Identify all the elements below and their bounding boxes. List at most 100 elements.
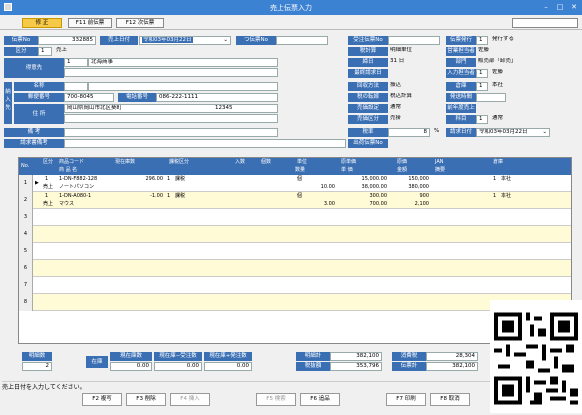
phone-label: 電話番号 — [118, 93, 156, 102]
last-invoice-label: 最終請求日 — [348, 69, 388, 78]
minimize-icon[interactable]: – — [540, 2, 552, 12]
col-stock: 現在庫数 — [115, 159, 136, 165]
chevron-down-icon[interactable]: ⌄ — [223, 37, 228, 44]
next-slip-button[interactable]: F12 次伝票 — [116, 18, 164, 28]
tax-shift-label: 税の転嫁 — [348, 93, 388, 102]
collection-label: 回収方法 — [348, 82, 388, 91]
address-label: 住 所 — [14, 104, 64, 124]
input-rep-label: 入力担当者 — [446, 69, 476, 78]
invoice-date-field[interactable]: 令和03年03月22日 ⌄ — [476, 128, 550, 137]
slip-no-field[interactable]: 332885 — [38, 36, 96, 45]
print-button[interactable]: F7 印刷 — [386, 393, 426, 406]
division-label: 区分 — [4, 47, 38, 56]
ref-slip-field[interactable] — [276, 36, 328, 45]
delivery-name-field[interactable] — [88, 82, 278, 91]
table-row[interactable]: 7 — [19, 277, 571, 294]
name-label: 名称 — [14, 82, 64, 91]
remarks-label: 備 考 — [4, 128, 64, 137]
col-amount: 金額 — [397, 167, 408, 173]
row-number[interactable]: 8 — [19, 294, 33, 311]
stock-minus-order-label: 現在庫−受注数 — [154, 352, 202, 361]
category-code[interactable]: 1 — [476, 115, 488, 124]
col-cost: 原価 — [397, 159, 408, 165]
add-item-button[interactable]: F6 追品 — [300, 393, 340, 406]
address-line2: 12345 — [215, 105, 233, 111]
customer-name-field[interactable]: 北海商事 — [88, 58, 278, 67]
delivery-label: 納入先 — [4, 82, 12, 124]
sales-date-label: 売上日付 — [100, 36, 138, 45]
table-row[interactable]: 5 — [19, 243, 571, 260]
row-tax-name: 課税 — [175, 193, 186, 199]
row-number[interactable]: 1 — [19, 175, 33, 192]
status-message: 売上日付を入力してください。 — [2, 381, 572, 391]
slip-print-value: 発行する — [492, 36, 515, 42]
row-pointer-icon: ▶ — [35, 180, 39, 186]
insert-button[interactable]: F4 挿入 — [170, 393, 210, 406]
table-row[interactable]: 6 — [19, 260, 571, 277]
slip-print-label: 伝票発行 — [446, 36, 476, 45]
input-rep-value: 佐藤 — [492, 69, 504, 75]
invoice-date-value: 令和03年03月22日 — [479, 129, 528, 135]
row-number[interactable]: 2 — [19, 192, 33, 209]
pretax-value: 353,796 — [330, 362, 382, 371]
zip-field[interactable]: 700-8045 — [64, 93, 114, 102]
address2-field[interactable] — [64, 114, 278, 123]
prev-slip-button[interactable]: F11 前伝票 — [68, 18, 112, 28]
tax-label: 消費税 — [392, 352, 426, 361]
input-rep-code[interactable]: 1 — [476, 69, 488, 78]
row-item-name: ノートパソコン — [59, 184, 95, 190]
category-label: 科目 — [446, 115, 476, 124]
sales-date-field[interactable]: 令和03年03月22日 ⌄ — [139, 36, 231, 45]
row-cost: 900 — [419, 193, 429, 199]
warehouse-value: 本社 — [492, 82, 504, 88]
division-code-field[interactable]: 1 — [38, 47, 52, 56]
address-field[interactable]: 岡山県岡山市北区葵町 12345 — [64, 104, 278, 113]
zip-label: 郵便番号 — [14, 93, 64, 102]
table-row[interactable]: 3 — [19, 209, 571, 226]
row-tax-name: 課税 — [175, 176, 186, 182]
pretax-label: 税抜額 — [296, 362, 330, 371]
maximize-icon[interactable]: □ — [554, 2, 566, 12]
mode-badge: 修 正 — [22, 18, 62, 28]
chevron-down-icon[interactable]: ⌄ — [542, 129, 547, 136]
close-icon[interactable]: ✕ — [568, 2, 580, 12]
invoice-remarks-field[interactable] — [64, 139, 346, 148]
title-bar: 売上伝票入力 – □ ✕ — [0, 0, 582, 15]
table-row[interactable]: 2 1 売上 1-DN-A080-1 マウス -1.00 1 課税 個 3.00 300.00 700… — [19, 192, 571, 209]
row-number[interactable]: 4 — [19, 226, 33, 243]
copy-button[interactable]: F2 複写 — [82, 393, 122, 406]
row-cost: 150,000 — [408, 176, 429, 182]
row-number[interactable]: 3 — [19, 209, 33, 226]
row-stock: 296.00 — [145, 176, 164, 182]
remarks-field[interactable] — [64, 128, 278, 137]
row-unit: 個 — [297, 176, 303, 182]
ship-time-field[interactable] — [476, 93, 506, 102]
closing-day-label: 締日 — [348, 58, 388, 67]
row-number[interactable]: 7 — [19, 277, 33, 294]
delete-button[interactable]: F3 削除 — [126, 393, 166, 406]
order-slip-field[interactable] — [388, 36, 440, 45]
customer-name2-field[interactable] — [64, 68, 278, 77]
warehouse-code[interactable]: 1 — [476, 82, 488, 91]
stock-label: 在庫 — [86, 356, 108, 368]
row-warehouse-code: 1 — [493, 193, 497, 199]
row-number[interactable]: 5 — [19, 243, 33, 260]
tax-rate-field[interactable]: 8 — [388, 128, 430, 137]
table-row[interactable]: 4 — [19, 226, 571, 243]
current-stock-label: 現在庫数 — [110, 352, 152, 361]
cancel-button[interactable]: F8 取消 — [430, 393, 470, 406]
table-row[interactable]: 1 ▶ 1 売上 1-DN-F882-128 ノートパソコン 296.00 1 課税個 10.00… — [19, 175, 571, 192]
search-button[interactable]: F5 検索 — [256, 393, 296, 406]
col-qty: 数量 — [295, 167, 306, 173]
row-number[interactable]: 6 — [19, 260, 33, 277]
col-jan: JAN — [435, 159, 444, 165]
delivery-code-field[interactable] — [64, 82, 88, 91]
search-box[interactable] — [512, 18, 578, 28]
shipping-slip-label: 出荷伝票No — [348, 139, 388, 148]
customer-code-field[interactable]: 1 — [64, 58, 88, 67]
phone-field[interactable]: 086-222-1111 — [156, 93, 278, 102]
tax-rate-unit: % — [434, 128, 440, 134]
slip-print-code[interactable]: 1 — [476, 36, 488, 45]
row-item-code: 1-DN-A080-1 — [59, 193, 92, 199]
grid-header: No. 区分 商品コード 商 品 名 現在庫数 課税区分 入数 個数 単位 数量… — [19, 158, 571, 175]
